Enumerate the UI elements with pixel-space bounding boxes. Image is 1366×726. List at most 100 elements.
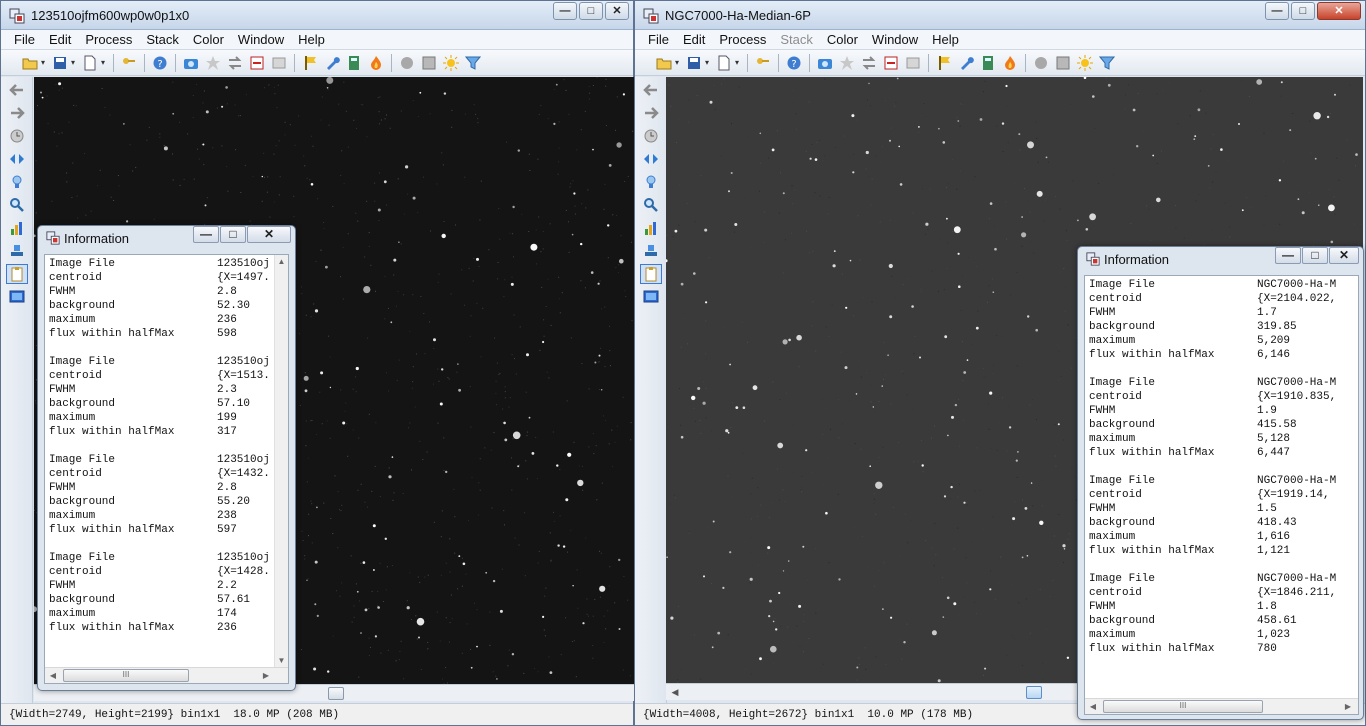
flag-icon[interactable] [299, 53, 321, 73]
dropdown-arrow[interactable]: ▾ [675, 58, 683, 67]
circle-icon[interactable] [396, 53, 418, 73]
camera-icon[interactable] [180, 53, 202, 73]
wrench-icon[interactable] [955, 53, 977, 73]
menu-file[interactable]: File [7, 32, 42, 47]
flip-icon[interactable] [6, 149, 28, 169]
histogram-icon[interactable] [640, 218, 662, 238]
minimize-button[interactable]: — [553, 2, 577, 20]
new-icon[interactable] [79, 53, 101, 73]
dropdown-arrow[interactable]: ▾ [41, 58, 49, 67]
filter-icon[interactable] [1096, 53, 1118, 73]
menu-stack[interactable]: Stack [773, 32, 820, 47]
info-scroll-thumb[interactable]: III [1103, 700, 1263, 713]
info-title-bar[interactable]: Information — □ ✕ [1078, 247, 1363, 271]
info-horizontal-scrollbar[interactable]: ◀ III ▶ [45, 667, 288, 683]
menu-help[interactable]: Help [925, 32, 966, 47]
dropdown-arrow[interactable]: ▾ [101, 58, 109, 67]
flame-icon[interactable] [365, 53, 387, 73]
menu-color[interactable]: Color [820, 32, 865, 47]
bulb-icon[interactable] [640, 172, 662, 192]
calculator-icon[interactable] [343, 53, 365, 73]
scroll-left-arrow[interactable]: ◀ [1087, 700, 1099, 713]
arrow-left-icon[interactable] [6, 80, 28, 100]
info-minimize-button[interactable]: — [193, 226, 219, 243]
info-list-box[interactable]: Image File 123510oj centroid {X=1497. FWHM 2.… [44, 254, 289, 684]
scroll-right-arrow[interactable]: ▶ [1342, 700, 1354, 713]
clipboard-icon[interactable] [6, 264, 28, 284]
info-maximize-button[interactable]: □ [220, 226, 246, 243]
bulb-icon[interactable] [6, 172, 28, 192]
close-button[interactable]: ✕ [605, 2, 629, 20]
scroll-left-arrow[interactable]: ◀ [47, 669, 59, 682]
sun-icon[interactable] [440, 53, 462, 73]
frame-icon[interactable] [418, 53, 440, 73]
title-bar[interactable]: 123510ojfm600wp0w0p1x0 — □ ✕ [1, 1, 633, 30]
help-icon[interactable]: ? [783, 53, 805, 73]
dropdown-arrow[interactable]: ▾ [705, 58, 713, 67]
menu-help[interactable]: Help [291, 32, 332, 47]
maximize-button[interactable]: □ [1291, 2, 1315, 20]
menu-stack[interactable]: Stack [139, 32, 186, 47]
info-scroll-thumb[interactable]: III [63, 669, 189, 682]
align-icon[interactable] [902, 53, 924, 73]
circle-icon[interactable] [1030, 53, 1052, 73]
save-icon[interactable] [683, 53, 705, 73]
swap-icon[interactable] [858, 53, 880, 73]
zoom-icon[interactable] [6, 195, 28, 215]
frame-icon[interactable] [1052, 53, 1074, 73]
menu-window[interactable]: Window [865, 32, 925, 47]
minimize-button[interactable]: — [1265, 2, 1289, 20]
scroll-up-arrow[interactable]: ▲ [275, 257, 288, 266]
arrow-left-icon[interactable] [640, 80, 662, 100]
arrow-right-icon[interactable] [640, 103, 662, 123]
info-entry[interactable]: Image File NGC7000-Ha-M centroid {X=1846.21… [1089, 572, 1336, 656]
menu-color[interactable]: Color [186, 32, 231, 47]
menu-edit[interactable]: Edit [42, 32, 78, 47]
wrench-icon[interactable] [321, 53, 343, 73]
info-entry[interactable]: Image File NGC7000-Ha-M centroid {X=2104.02… [1089, 278, 1336, 362]
info-horizontal-scrollbar[interactable]: ◀ III ▶ [1085, 698, 1358, 714]
histogram-icon[interactable] [6, 218, 28, 238]
clock-icon[interactable] [6, 126, 28, 146]
sun-icon[interactable] [1074, 53, 1096, 73]
help-icon[interactable]: ? [149, 53, 171, 73]
flame-icon[interactable] [999, 53, 1021, 73]
scroll-down-arrow[interactable]: ▼ [275, 656, 288, 665]
key-icon[interactable] [118, 53, 140, 73]
open-icon[interactable] [19, 53, 41, 73]
save-icon[interactable] [49, 53, 71, 73]
key-icon[interactable] [752, 53, 774, 73]
new-icon[interactable] [713, 53, 735, 73]
menu-edit[interactable]: Edit [676, 32, 712, 47]
flip-icon[interactable] [640, 149, 662, 169]
zoom-icon[interactable] [640, 195, 662, 215]
info-title-bar[interactable]: Information — □ ✕ [38, 226, 295, 250]
maximize-button[interactable]: □ [579, 2, 603, 20]
stamp-icon[interactable] [6, 241, 28, 261]
scroll-left-arrow[interactable]: ◀ [668, 686, 682, 698]
info-maximize-button[interactable]: □ [1302, 247, 1328, 264]
stamp-icon[interactable] [640, 241, 662, 261]
info-close-button[interactable]: ✕ [1329, 247, 1359, 264]
subtract-icon[interactable] [246, 53, 268, 73]
scroll-thumb[interactable] [1026, 686, 1042, 699]
star-icon[interactable] [836, 53, 858, 73]
info-entry[interactable]: Image File 123510oj centroid {X=1428. FWHM 2.… [49, 551, 270, 635]
info-minimize-button[interactable]: — [1275, 247, 1301, 264]
arrow-right-icon[interactable] [6, 103, 28, 123]
info-close-button[interactable]: ✕ [247, 226, 291, 243]
filter-icon[interactable] [462, 53, 484, 73]
dropdown-arrow[interactable]: ▾ [71, 58, 79, 67]
swap-icon[interactable] [224, 53, 246, 73]
scroll-thumb[interactable] [328, 687, 344, 700]
monitor-icon[interactable] [640, 287, 662, 307]
info-entry[interactable]: Image File NGC7000-Ha-M centroid {X=1910.83… [1089, 376, 1336, 460]
menu-file[interactable]: File [641, 32, 676, 47]
info-list-box[interactable]: Image File NGC7000-Ha-M centroid {X=2104.02… [1084, 275, 1359, 715]
info-entry[interactable]: Image File NGC7000-Ha-M centroid {X=1919.14… [1089, 474, 1336, 558]
star-icon[interactable] [202, 53, 224, 73]
close-button[interactable]: ✕ [1317, 2, 1361, 20]
menu-process[interactable]: Process [712, 32, 773, 47]
info-entry[interactable]: Image File 123510oj centroid {X=1513. FWHM 2.… [49, 355, 270, 439]
clipboard-icon[interactable] [640, 264, 662, 284]
